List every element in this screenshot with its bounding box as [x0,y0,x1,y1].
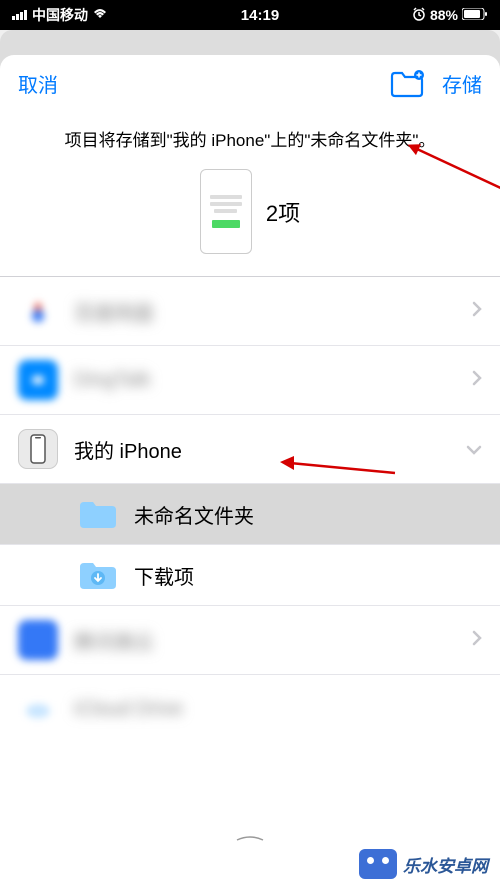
folder-icon [78,498,118,530]
status-time: 14:19 [241,7,279,24]
location-item-cloud[interactable]: iCloud Drive [0,675,500,743]
location-label: 下载项 [134,561,482,590]
location-item-app2[interactable]: DingTalk [0,346,500,415]
app-icon [18,291,58,331]
location-item-unnamed-folder[interactable]: 未命名文件夹 [0,484,500,545]
app-icon [18,360,58,400]
location-label: iCloud Drive [74,698,482,721]
chevron-down-icon [466,439,482,460]
sheet-header: 取消 存储 [0,55,500,106]
alarm-icon [412,7,426,24]
cloud-icon [18,689,58,729]
save-sheet: 取消 存储 项目将存储到"我的 iPhone"上的"未命名文件夹"。 2项 百度… [0,55,500,889]
chevron-right-icon [472,370,482,391]
location-item-downloads[interactable]: 下载项 [0,545,500,606]
items-preview: 2项 [0,161,500,276]
watermark-text: 乐水安卓网 [403,852,488,877]
wifi-icon [92,7,108,23]
save-description: 项目将存储到"我的 iPhone"上的"未命名文件夹"。 [0,106,500,161]
watermark: 乐水安卓网 [359,849,488,879]
iphone-icon [18,429,58,469]
location-list: 百度网盘 DingTalk 我的 iPhone [0,277,500,889]
app-icon [18,620,58,660]
signal-icon [12,7,28,23]
battery-icon [462,7,488,23]
location-item-app3[interactable]: 腾讯微云 [0,606,500,675]
chevron-right-icon [472,630,482,651]
folder-icon [78,559,118,591]
watermark-logo-icon [359,849,397,879]
location-label: 我的 iPhone [74,435,450,464]
preview-thumbnail [200,169,252,254]
location-item-my-iphone[interactable]: 我的 iPhone [0,415,500,484]
location-label: DingTalk [74,369,456,392]
status-right: 88% [412,7,488,24]
location-label: 未命名文件夹 [134,500,482,529]
items-count: 2项 [266,196,300,228]
carrier-label: 中国移动 [32,5,88,25]
new-folder-icon[interactable] [390,70,424,98]
home-indicator [235,834,265,839]
location-label: 百度网盘 [74,297,456,326]
status-left: 中国移动 [12,5,108,25]
location-item-app1[interactable]: 百度网盘 [0,277,500,346]
location-label: 腾讯微云 [74,626,456,655]
header-actions: 存储 [390,69,482,98]
status-bar: 中国移动 14:19 88% [0,0,500,30]
battery-percent: 88% [430,7,458,23]
chevron-right-icon [472,301,482,322]
save-button[interactable]: 存储 [442,69,482,98]
cancel-button[interactable]: 取消 [18,69,58,98]
